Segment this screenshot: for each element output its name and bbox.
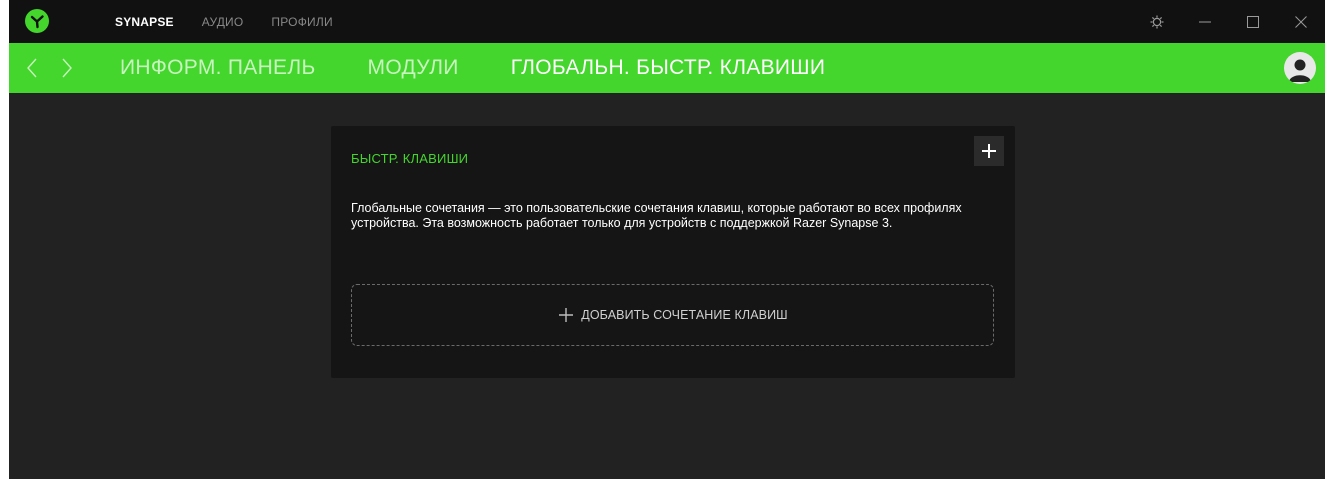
app-window: SYNAPSE АУДИО ПРОФИЛИ ИНФОРМ. ПАНЕЛЬ МОД…	[9, 0, 1325, 479]
close-icon[interactable]	[1277, 0, 1325, 43]
top-nav: SYNAPSE АУДИО ПРОФИЛИ	[115, 0, 361, 43]
plus-icon	[982, 144, 996, 158]
maximize-icon[interactable]	[1229, 0, 1277, 43]
tab-modules[interactable]: МОДУЛИ	[368, 56, 459, 80]
window-controls	[1133, 0, 1325, 43]
forward-arrow-icon[interactable]	[55, 56, 79, 80]
tab-audio[interactable]: АУДИО	[202, 15, 244, 29]
plus-icon	[557, 306, 575, 324]
tab-global-shortcuts[interactable]: ГЛОБАЛЬН. БЫСТР. КЛАВИШИ	[511, 56, 826, 80]
tab-profiles[interactable]: ПРОФИЛИ	[271, 15, 332, 29]
card-description: Глобальные сочетания — это пользовательс…	[351, 201, 962, 230]
tab-synapse[interactable]: SYNAPSE	[115, 15, 174, 29]
add-key-combination-label: ДОБАВИТЬ СОЧЕТАНИЕ КЛАВИШ	[581, 308, 788, 322]
tab-dashboard[interactable]: ИНФОРМ. ПАНЕЛЬ	[120, 56, 316, 80]
title-bar: SYNAPSE АУДИО ПРОФИЛИ	[9, 0, 1325, 43]
user-avatar-icon[interactable]	[1284, 52, 1316, 84]
minimize-icon[interactable]	[1181, 0, 1229, 43]
shortcuts-card: БЫСТР. КЛАВИШИ Глобальные сочетания — эт…	[331, 126, 1015, 378]
add-key-combination-button[interactable]: ДОБАВИТЬ СОЧЕТАНИЕ КЛАВИШ	[351, 284, 994, 346]
razer-logo-icon[interactable]	[25, 9, 49, 33]
add-shortcut-button[interactable]	[974, 136, 1004, 166]
settings-icon[interactable]	[1133, 0, 1181, 43]
card-title: БЫСТР. КЛАВИШИ	[351, 151, 469, 166]
sub-nav: ИНФОРМ. ПАНЕЛЬ МОДУЛИ ГЛОБАЛЬН. БЫСТР. К…	[120, 43, 877, 93]
section-header: ИНФОРМ. ПАНЕЛЬ МОДУЛИ ГЛОБАЛЬН. БЫСТР. К…	[9, 43, 1325, 93]
back-arrow-icon[interactable]	[20, 56, 44, 80]
